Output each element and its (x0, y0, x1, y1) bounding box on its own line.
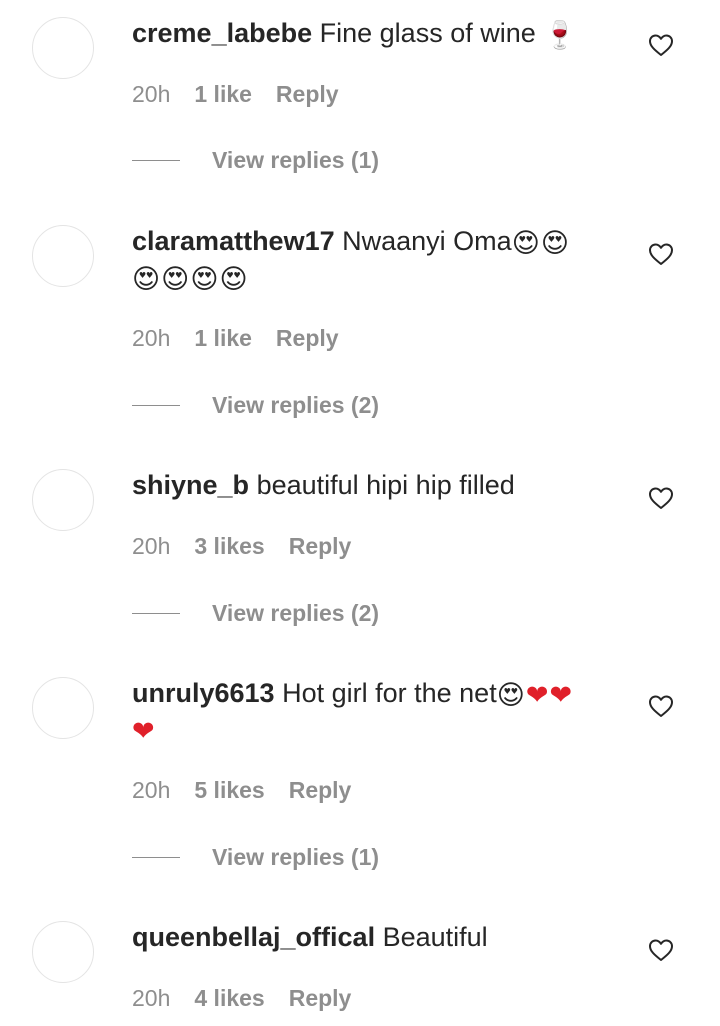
comment-likes[interactable]: 1 like (194, 80, 252, 108)
view-replies-label: View replies (1) (212, 147, 380, 173)
comment-message: Hot girl for the net (282, 678, 497, 708)
reply-button[interactable]: Reply (276, 324, 339, 352)
reply-button[interactable]: Reply (276, 80, 339, 108)
comment-text: shiyne_b beautiful hipi hip filled (132, 467, 602, 503)
heart-eyes-emoji: 😍 (540, 228, 569, 258)
reply-button[interactable]: Reply (289, 776, 352, 804)
comment-time: 20h (132, 325, 171, 351)
replies-divider-line (132, 404, 180, 406)
view-replies-label: View replies (1) (212, 844, 380, 870)
comment-time: 20h (132, 777, 171, 803)
replies-divider-line (132, 612, 180, 614)
comment-username[interactable]: creme_labebe (132, 18, 312, 48)
comment-text: creme_labebe Fine glass of wine 🍷 (132, 15, 602, 51)
view-replies-button[interactable]: View replies (1) (132, 146, 379, 174)
view-replies-label: View replies (2) (212, 392, 380, 418)
comment-meta: 20h 3 likes Reply (132, 532, 375, 560)
comment-username[interactable]: unruly6613 (132, 678, 275, 708)
comment-text: queenbellaj_offical Beautiful (132, 919, 602, 955)
view-replies-button[interactable]: View replies (1) (132, 843, 379, 871)
comment-username[interactable]: claramatthew17 (132, 226, 335, 256)
comment-time: 20h (132, 985, 171, 1011)
comment-message: Nwaanyi Oma (342, 226, 512, 256)
comment-text: unruly6613 Hot girl for the net😍❤❤ ❤ (132, 675, 602, 747)
view-replies-button[interactable]: View replies (2) (132, 599, 379, 627)
avatar[interactable] (32, 17, 94, 79)
view-replies-label: View replies (2) (212, 600, 380, 626)
red-heart-emoji: ❤ (549, 680, 573, 710)
heart-eyes-emoji: 😍 (219, 264, 248, 294)
avatar[interactable] (32, 921, 94, 983)
comment-likes[interactable]: 4 likes (194, 984, 264, 1012)
replies-divider-line (132, 159, 180, 161)
comment-message: beautiful hipi hip filled (256, 470, 515, 500)
heart-icon[interactable] (648, 694, 674, 718)
heart-eyes-emoji: 😍 (496, 680, 525, 710)
heart-eyes-emoji: 😍 (161, 264, 190, 294)
comment-meta: 20h 1 like Reply (132, 80, 363, 108)
comment-text: claramatthew17 Nwaanyi Oma😍😍 😍😍😍😍 (132, 223, 602, 295)
comment-meta: 20h 4 likes Reply (132, 984, 375, 1012)
wine-glass-emoji: 🍷 (543, 20, 577, 50)
view-replies-button[interactable]: View replies (2) (132, 391, 379, 419)
replies-divider-line (132, 856, 180, 858)
comment-message: Fine glass of wine (319, 18, 544, 48)
heart-eyes-emoji: 😍 (132, 264, 161, 294)
avatar[interactable] (32, 677, 94, 739)
red-heart-emoji: ❤ (132, 716, 155, 746)
avatar[interactable] (32, 469, 94, 531)
red-heart-emoji: ❤ (525, 680, 549, 710)
comment-time: 20h (132, 533, 171, 559)
heart-icon[interactable] (648, 486, 674, 510)
heart-icon[interactable] (648, 33, 674, 57)
comment-username[interactable]: shiyne_b (132, 470, 249, 500)
heart-icon[interactable] (648, 242, 674, 266)
heart-eyes-emoji: 😍 (190, 264, 219, 294)
avatar[interactable] (32, 225, 94, 287)
comment-likes[interactable]: 1 like (194, 324, 252, 352)
reply-button[interactable]: Reply (289, 984, 352, 1012)
comment-meta: 20h 5 likes Reply (132, 776, 375, 804)
comment-username[interactable]: queenbellaj_offical (132, 922, 375, 952)
reply-button[interactable]: Reply (289, 532, 352, 560)
comment-likes[interactable]: 3 likes (194, 532, 264, 560)
comment-likes[interactable]: 5 likes (194, 776, 264, 804)
comment-meta: 20h 1 like Reply (132, 324, 363, 352)
heart-icon[interactable] (648, 938, 674, 962)
heart-eyes-emoji: 😍 (511, 228, 540, 258)
comment-message: Beautiful (382, 922, 488, 952)
comment-time: 20h (132, 81, 171, 107)
